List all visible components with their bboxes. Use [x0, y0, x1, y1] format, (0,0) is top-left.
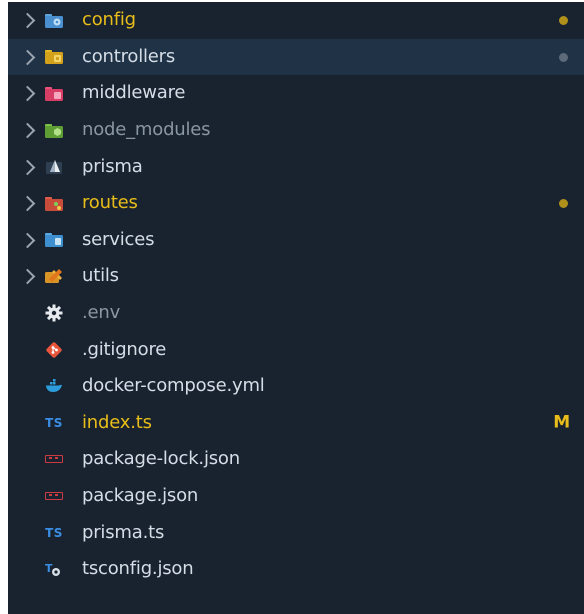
tree-item-label: prisma — [82, 155, 143, 177]
folder-services-icon — [45, 232, 63, 248]
npm-icon — [45, 451, 63, 467]
chevron-right-icon[interactable] — [19, 269, 36, 285]
tree-item-label: tsconfig.json — [82, 558, 194, 580]
tree-item-label: services — [82, 228, 155, 250]
tree-item-label: routes — [82, 192, 138, 214]
tree-item-label: package-lock.json — [82, 448, 240, 470]
file-tree: config controllers middleware node_modul… — [8, 2, 584, 588]
chevron-right-icon[interactable] — [19, 13, 36, 29]
tree-item-label: docker-compose.yml — [82, 375, 265, 397]
tree-item-config[interactable]: config — [8, 2, 584, 39]
chevron-right-icon[interactable] — [19, 122, 36, 139]
tree-item-label: index.ts — [82, 411, 152, 433]
tree-item-label: package.json — [82, 485, 199, 507]
chevron-right-icon[interactable] — [19, 159, 36, 175]
tree-item-docker-compose[interactable]: docker-compose.yml — [8, 368, 584, 405]
git-icon — [45, 341, 63, 358]
tree-item-label: config — [82, 9, 136, 31]
tree-item-middleware[interactable]: middleware — [8, 75, 584, 112]
tree-item-tsconfig[interactable]: T tsconfig.json — [8, 551, 584, 588]
chevron-right-icon[interactable] — [19, 232, 36, 249]
tree-item-env[interactable]: .env — [8, 295, 584, 332]
chevron-right-icon[interactable] — [19, 86, 36, 102]
tree-item-label: middleware — [82, 82, 186, 104]
tree-item-label: controllers — [82, 45, 176, 67]
tree-item-label: .gitignore — [82, 338, 167, 360]
tsconfig-icon: T — [45, 561, 63, 577]
tree-item-label: node_modules — [82, 119, 211, 141]
docker-icon — [45, 378, 63, 394]
folder-routes-icon — [45, 195, 63, 211]
typescript-icon: TS — [45, 415, 63, 430]
tree-item-label: utils — [82, 265, 119, 287]
tree-item-package-json[interactable]: package.json — [8, 478, 584, 515]
chevron-right-icon[interactable] — [19, 49, 36, 66]
svg-text:T: T — [45, 562, 53, 575]
tree-item-label: prisma.ts — [82, 521, 165, 543]
typescript-icon: TS — [45, 525, 63, 540]
folder-utils-icon — [45, 268, 63, 284]
tree-item-prisma[interactable]: prisma — [8, 148, 584, 185]
tree-item-label: .env — [82, 302, 121, 324]
tree-item-prisma-ts[interactable]: TS prisma.ts — [8, 514, 584, 551]
gear-icon — [45, 304, 63, 322]
tree-item-package-lock[interactable]: package-lock.json — [8, 441, 584, 478]
modified-dot — [559, 16, 568, 26]
tree-item-index-ts[interactable]: TS index.ts M — [8, 405, 584, 442]
npm-icon — [45, 488, 63, 504]
folder-node-icon — [45, 122, 63, 138]
chevron-right-icon[interactable] — [19, 195, 36, 212]
tree-item-utils[interactable]: utils — [8, 258, 584, 295]
folder-middleware-icon — [45, 85, 63, 101]
prisma-icon — [45, 159, 63, 175]
folder-controllers-icon — [45, 49, 63, 65]
tree-item-node-modules[interactable]: node_modules — [8, 112, 584, 149]
tree-item-routes[interactable]: routes — [8, 185, 584, 222]
tree-item-controllers[interactable]: controllers — [8, 38, 584, 76]
modified-dot — [559, 199, 568, 209]
status-dot — [559, 52, 568, 62]
tree-item-gitignore[interactable]: .gitignore — [8, 331, 584, 368]
tree-item-services[interactable]: services — [8, 222, 584, 259]
folder-config-icon — [45, 12, 63, 28]
git-modified-badge: M — [553, 412, 570, 433]
file-explorer: config controllers middleware node_modul… — [8, 2, 584, 614]
